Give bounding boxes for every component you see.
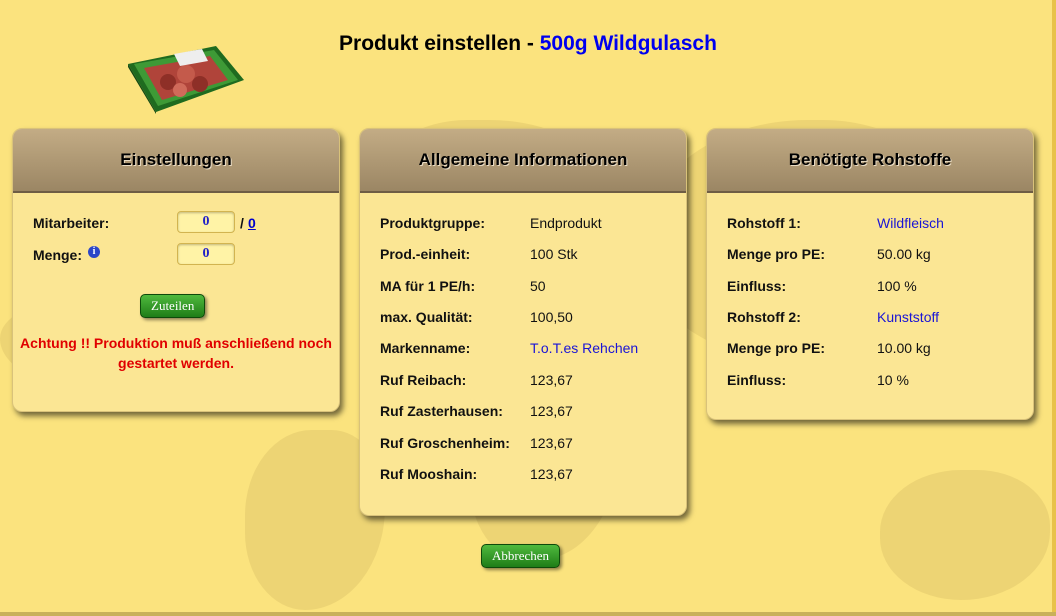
info-label: max. Qualität: [380, 309, 473, 325]
cancel-button[interactable]: Abbrechen [481, 544, 561, 568]
info-label: Produktgruppe: [380, 215, 485, 231]
employees-label: Mitarbeiter: [33, 215, 110, 231]
employees-max-link[interactable]: 0 [248, 215, 256, 231]
raw-materials-panel: Benötigte Rohstoffe Rohstoff 1: Wildflei… [706, 128, 1034, 420]
info-value: 100 Stk [530, 246, 578, 262]
material-value: 10 % [877, 372, 909, 388]
page-title-prefix: Produkt einstellen - [339, 32, 540, 55]
brand-name-link[interactable]: T.o.T.es Rehchen [530, 340, 638, 356]
settings-panel: Einstellungen Mitarbeiter: 0 / 0 Menge: … [12, 128, 340, 412]
quantity-label: Menge: [33, 247, 82, 263]
material-value: 10.00 kg [877, 340, 931, 356]
production-warning: Achtung !! Produktion muß anschließend n… [20, 335, 332, 371]
map-shape [880, 470, 1050, 600]
info-label: Prod.-einheit: [380, 246, 471, 262]
product-name: 500g Wildgulasch [539, 32, 717, 55]
info-icon[interactable]: i [88, 246, 100, 258]
material-label: Menge pro PE: [727, 246, 826, 262]
material-link-2[interactable]: Kunststoff [877, 309, 939, 325]
material-label: Einfluss: [727, 278, 787, 294]
info-label: MA für 1 PE/h: [380, 278, 476, 294]
window-border-bottom [0, 612, 1056, 616]
info-label: Ruf Mooshain: [380, 466, 478, 482]
page-title: Produkt einstellen - 500g Wildgulasch [0, 32, 1056, 56]
info-value: 123,67 [530, 435, 573, 451]
material-label: Einfluss: [727, 372, 787, 388]
raw-materials-heading: Benötigte Rohstoffe [707, 129, 1033, 193]
info-label: Markenname: [380, 340, 471, 356]
info-label: Ruf Groschenheim: [380, 435, 510, 451]
settings-heading: Einstellungen [13, 129, 339, 193]
material-value: 100 % [877, 278, 917, 294]
material-label: Rohstoff 1: [727, 215, 801, 231]
employees-separator: / [240, 215, 244, 231]
info-label: Ruf Reibach: [380, 372, 467, 388]
info-value: 50 [530, 278, 546, 294]
material-label: Menge pro PE: [727, 340, 826, 356]
material-label: Rohstoff 2: [727, 309, 801, 325]
info-value: Endprodukt [530, 215, 602, 231]
info-value: 123,67 [530, 466, 573, 482]
quantity-input[interactable]: 0 [177, 243, 235, 265]
window-border-right [1052, 0, 1056, 616]
info-value: 123,67 [530, 372, 573, 388]
employees-input[interactable]: 0 [177, 211, 235, 233]
info-label: Ruf Zasterhausen: [380, 403, 503, 419]
assign-button[interactable]: Zuteilen [140, 294, 206, 318]
info-value: 100,50 [530, 309, 573, 325]
general-info-panel: Allgemeine Informationen Produktgruppe: … [359, 128, 687, 516]
info-value: 123,67 [530, 403, 573, 419]
material-link-1[interactable]: Wildfleisch [877, 215, 944, 231]
general-info-heading: Allgemeine Informationen [360, 129, 686, 193]
material-value: 50.00 kg [877, 246, 931, 262]
